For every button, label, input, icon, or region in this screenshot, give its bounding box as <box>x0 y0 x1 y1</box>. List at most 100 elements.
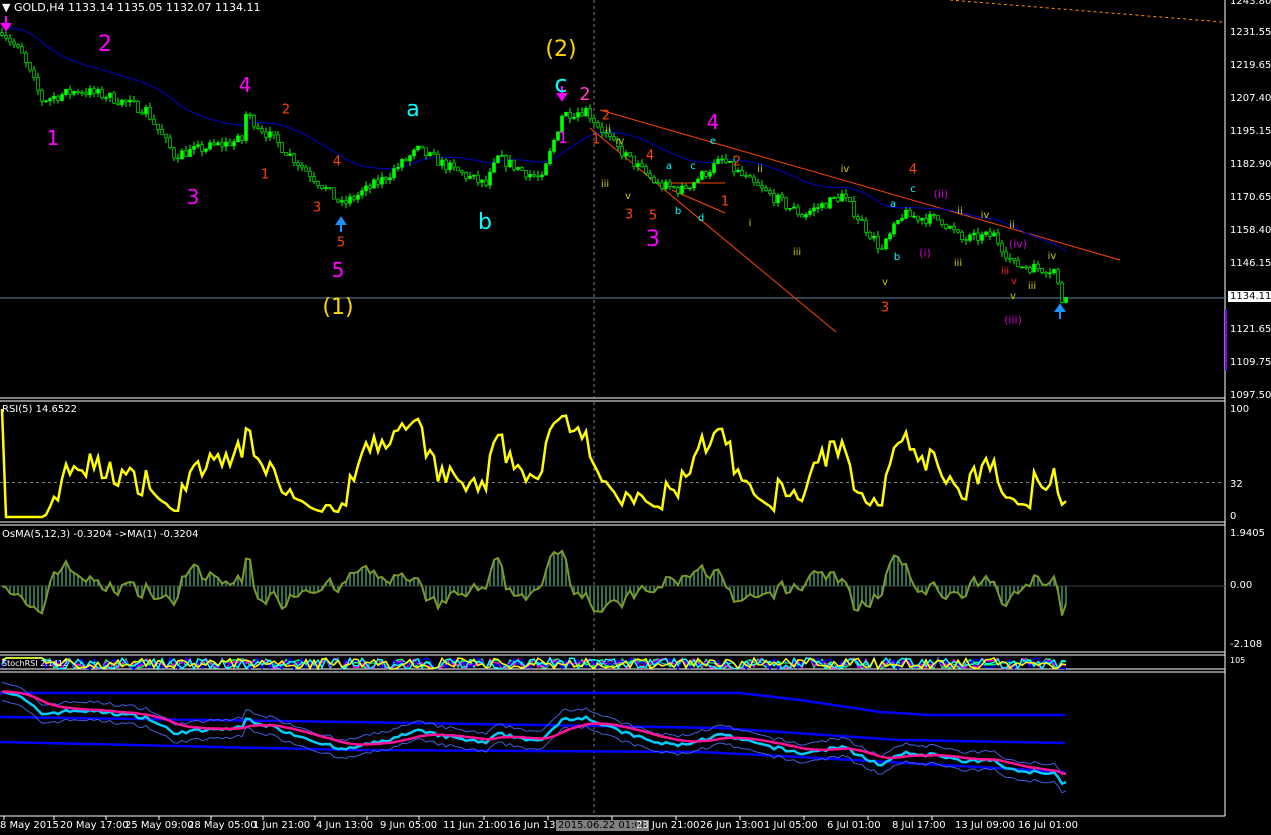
wave-label: ii <box>957 206 963 217</box>
price-tick-label: 1219.65 <box>1230 60 1271 71</box>
menu-triangle-icon[interactable]: ▼ <box>2 1 10 14</box>
candle-body <box>80 92 84 94</box>
candle-body <box>252 115 256 128</box>
candle-body <box>212 142 216 146</box>
candle-body <box>336 198 340 203</box>
candle-body <box>828 197 832 209</box>
wave-label: 4 <box>238 73 252 97</box>
candle-body <box>324 187 328 189</box>
candle-body <box>240 135 244 141</box>
candle-body <box>1040 268 1044 273</box>
wave-label: 1 <box>260 167 270 183</box>
candle-body <box>884 238 888 250</box>
wave-label: 5 <box>336 235 346 251</box>
candle-body <box>452 162 456 168</box>
candle-body <box>928 214 932 224</box>
dashed-trendline <box>949 0 1223 23</box>
candle-body <box>88 88 92 96</box>
time-tick-label: 26 Jun 13:00 <box>700 820 764 831</box>
wave-label: v <box>1011 276 1017 287</box>
candle-body <box>760 185 764 189</box>
candle-body <box>288 153 292 156</box>
candle-body <box>104 97 108 99</box>
candle-body <box>700 171 704 180</box>
candle-body <box>348 196 352 204</box>
candle-body <box>364 185 368 192</box>
candle-body <box>340 200 344 203</box>
candle-body <box>216 142 220 146</box>
candle-body <box>664 181 668 189</box>
wave-label: b <box>674 206 682 217</box>
time-tick-label: 1 Jun 21:00 <box>253 820 311 831</box>
candle-body <box>764 187 768 191</box>
channel-upper-line <box>0 691 1065 717</box>
candle-body <box>24 52 28 63</box>
candle-body <box>1008 257 1012 260</box>
candle-body <box>100 89 104 98</box>
candle-body <box>996 232 1000 244</box>
candle-body <box>96 89 100 94</box>
candle-body <box>308 170 312 178</box>
candle-body <box>948 226 952 229</box>
wave-label: iv <box>980 210 990 221</box>
candle-body <box>36 77 40 91</box>
candle-body <box>1032 263 1036 273</box>
candle-body <box>456 166 460 172</box>
candle-body <box>676 187 680 194</box>
candle-body <box>628 152 632 157</box>
candle-body <box>320 185 324 189</box>
candle-body <box>924 217 928 224</box>
candle-body <box>992 232 996 237</box>
wave-label: 2 <box>98 32 112 57</box>
price-tick-label: 1195.15 <box>1230 126 1271 137</box>
candle-body <box>20 46 24 54</box>
rsi-label: RSI(5) 14.6522 <box>2 404 77 415</box>
candle-body <box>752 176 756 183</box>
time-tick-label: 13 Jul 09:00 <box>955 820 1015 831</box>
candle-body <box>532 174 536 177</box>
candle-body <box>840 193 844 202</box>
rsi-line <box>0 408 1067 519</box>
wave-label: 5 <box>648 208 658 224</box>
candle-body <box>44 100 48 103</box>
candle-body <box>260 128 264 133</box>
candle-body <box>984 231 988 235</box>
candle-body <box>820 203 824 208</box>
price-tick-label: 1243.80 <box>1230 0 1271 7</box>
candle-body <box>444 159 448 170</box>
candle-body <box>880 247 884 250</box>
candle-body <box>276 134 280 143</box>
candle-body <box>1048 272 1052 275</box>
wave-label: (iii) <box>1004 313 1022 327</box>
candle-body <box>476 174 480 183</box>
candle-body <box>832 197 836 199</box>
candle-body <box>196 144 200 147</box>
up-arrow-icon <box>335 216 347 232</box>
candle-body <box>416 145 420 151</box>
wave-label: v <box>1010 291 1016 302</box>
price-tick-label: 1097.50 <box>1230 390 1271 401</box>
candle-body <box>648 173 652 178</box>
candle-body <box>564 112 568 117</box>
candle-body <box>876 235 880 249</box>
candle-body <box>620 146 624 157</box>
candle-body <box>304 166 308 172</box>
candle-body <box>120 99 124 105</box>
wave-label: 3 <box>186 185 200 209</box>
candle-body <box>1060 282 1064 303</box>
wave-label: 5 <box>331 258 345 282</box>
candle-body <box>712 163 716 173</box>
time-tick-label: 28 May 05:00 <box>188 820 257 831</box>
candle-body <box>180 150 184 160</box>
wave-label: iv <box>615 136 625 147</box>
wave-label: v <box>882 277 888 288</box>
up-arrow-icon <box>1054 303 1066 319</box>
time-tick-label: 25 May 09:00 <box>125 820 194 831</box>
candle-body <box>356 194 360 200</box>
ohlc-values: 1133.14 1135.05 1132.07 1134.11 <box>68 1 261 14</box>
candle-body <box>844 193 848 198</box>
wave-label: 3 <box>880 300 890 316</box>
candle-body <box>968 234 972 241</box>
candle-body <box>432 152 436 155</box>
candle-body <box>192 146 196 150</box>
